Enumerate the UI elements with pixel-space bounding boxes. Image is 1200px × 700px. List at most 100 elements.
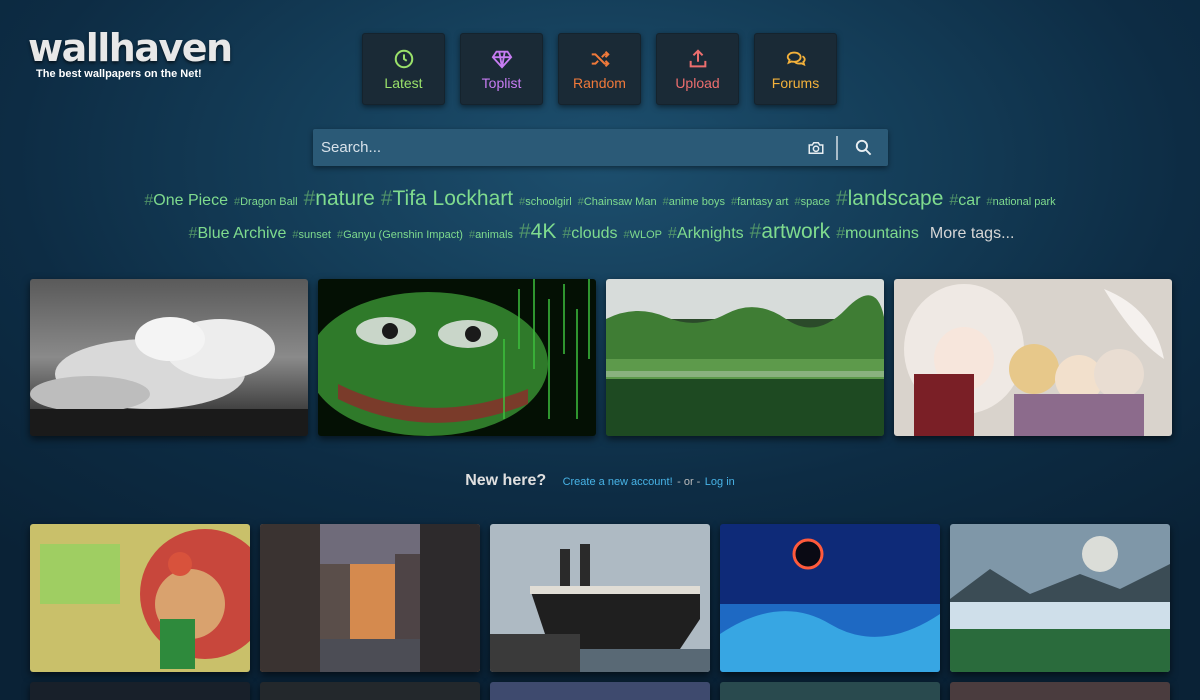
tag-hash: # — [562, 225, 572, 242]
tag-link[interactable]: #Chainsaw Man — [578, 187, 657, 217]
frog-image — [318, 279, 596, 436]
eclipse-image — [720, 524, 940, 672]
or-text: - or - — [677, 476, 701, 488]
grid-thumb-ship[interactable] — [490, 524, 710, 672]
tag-link[interactable]: #clouds — [562, 219, 617, 249]
tag-label: sunset — [298, 229, 331, 241]
tag-hash: # — [730, 196, 738, 208]
retro-image — [30, 524, 250, 672]
grid-thumb-city[interactable] — [260, 524, 480, 672]
tag-link[interactable]: #Blue Archive — [189, 219, 287, 249]
grid-thumb-row2-4[interactable] — [720, 682, 940, 700]
tag-label: WLOP — [629, 229, 663, 241]
tag-link[interactable]: #Arknights — [668, 219, 744, 249]
tag-label: Chainsaw Man — [583, 196, 657, 208]
nav-random-button[interactable]: Random — [558, 33, 641, 105]
tag-label: mountains — [845, 225, 919, 242]
shuffle-icon — [591, 50, 610, 67]
tag-link[interactable]: #car — [949, 186, 980, 216]
tag-link[interactable]: #space — [794, 187, 829, 217]
tag-hash: # — [336, 229, 344, 241]
create-account-link[interactable]: Create a new account! — [563, 476, 673, 488]
tag-label: landscape — [847, 187, 944, 210]
tag-link[interactable]: #landscape — [836, 184, 943, 214]
tag-label: Arknights — [676, 225, 744, 242]
tag-hash: # — [794, 196, 801, 208]
tag-hash: # — [233, 196, 241, 208]
nav-upload-label: Upload — [675, 74, 720, 91]
tag-label: clouds — [571, 225, 618, 242]
search-divider — [836, 135, 838, 160]
tag-hash: # — [518, 220, 531, 243]
grid-thumb-eclipse[interactable] — [720, 524, 940, 672]
chat-bubbles-icon — [786, 51, 806, 66]
upload-icon — [689, 48, 706, 67]
tag-hash: # — [668, 225, 677, 242]
tag-link[interactable]: #animals — [469, 220, 513, 250]
login-link[interactable]: Log in — [705, 476, 735, 488]
tag-link[interactable]: #schoolgirl — [519, 187, 572, 217]
camera-icon — [808, 141, 824, 154]
tag-label: fantasy art — [737, 196, 789, 208]
tag-hash: # — [380, 187, 393, 210]
tag-link[interactable]: #mountains — [836, 219, 919, 249]
featured-thumb-forest[interactable] — [606, 279, 884, 436]
nav-upload-button[interactable]: Upload — [656, 33, 739, 105]
nav-forums-button[interactable]: Forums — [754, 33, 837, 105]
tag-link[interactable]: #national park — [987, 187, 1056, 217]
search-bar — [313, 129, 888, 166]
nav-toplist-label: Toplist — [481, 74, 522, 91]
tag-hash: # — [144, 192, 154, 209]
nav-latest-label: Latest — [384, 74, 423, 91]
featured-wallpapers — [30, 279, 1172, 436]
grid-thumb-row2-2[interactable] — [260, 682, 480, 700]
tag-link[interactable]: #anime boys — [663, 187, 725, 217]
tag-link[interactable]: #WLOP — [624, 220, 663, 250]
tag-hash: # — [188, 225, 198, 242]
tag-link[interactable]: #nature — [304, 184, 375, 214]
site-logo[interactable]: wallhaven The best wallpapers on the Net… — [28, 26, 233, 80]
more-tags-link[interactable]: More tags... — [930, 225, 1014, 242]
logo-text: wallhaven — [28, 26, 233, 70]
featured-thumb-clouds[interactable] — [30, 279, 308, 436]
tag-label: nature — [315, 187, 375, 210]
grid-thumb-row2-3[interactable] — [490, 682, 710, 700]
tag-link[interactable]: #sunset — [292, 220, 331, 250]
tag-link[interactable]: #One Piece — [144, 186, 228, 216]
tag-label: anime boys — [668, 196, 725, 208]
search-button[interactable] — [838, 129, 888, 166]
glacier-image — [950, 524, 1170, 672]
wallpaper-grid-row-2 — [30, 682, 1170, 700]
new-here-text: New here? — [465, 472, 547, 489]
grid-thumb-row2-1[interactable] — [30, 682, 250, 700]
tag-link[interactable]: #Tifa Lockhart — [381, 184, 513, 214]
featured-thumb-frog[interactable] — [318, 279, 596, 436]
tag-hash: # — [835, 187, 848, 210]
nav-toplist-button[interactable]: Toplist — [460, 33, 543, 105]
wallpaper-grid — [30, 524, 1170, 672]
tag-hash: # — [749, 220, 762, 243]
tag-hash: # — [303, 187, 316, 210]
tag-label: 4K — [530, 220, 557, 243]
city-image — [260, 524, 480, 672]
grid-thumb-retro[interactable] — [30, 524, 250, 672]
nav-random-label: Random — [573, 74, 626, 91]
grid-thumb-glacier[interactable] — [950, 524, 1170, 672]
tag-label: Blue Archive — [197, 225, 287, 242]
tag-label: national park — [992, 196, 1056, 208]
image-search-button[interactable] — [796, 129, 836, 166]
tag-link[interactable]: #Ganyu (Genshin Impact) — [337, 220, 463, 250]
search-input[interactable] — [313, 129, 796, 166]
tag-hash: # — [986, 196, 993, 208]
tag-link[interactable]: #fantasy art — [731, 187, 788, 217]
tag-link[interactable]: #Dragon Ball — [234, 187, 298, 217]
featured-thumb-anime[interactable] — [894, 279, 1172, 436]
tag-link[interactable]: #artwork — [750, 217, 831, 247]
anime-image — [894, 279, 1172, 436]
tag-label: space — [800, 196, 830, 208]
tag-link[interactable]: #4K — [519, 217, 556, 247]
nav-latest-button[interactable]: Latest — [362, 33, 445, 105]
tag-hash: # — [836, 225, 846, 242]
grid-thumb-row2-5[interactable] — [950, 682, 1170, 700]
ship-image — [490, 524, 710, 672]
